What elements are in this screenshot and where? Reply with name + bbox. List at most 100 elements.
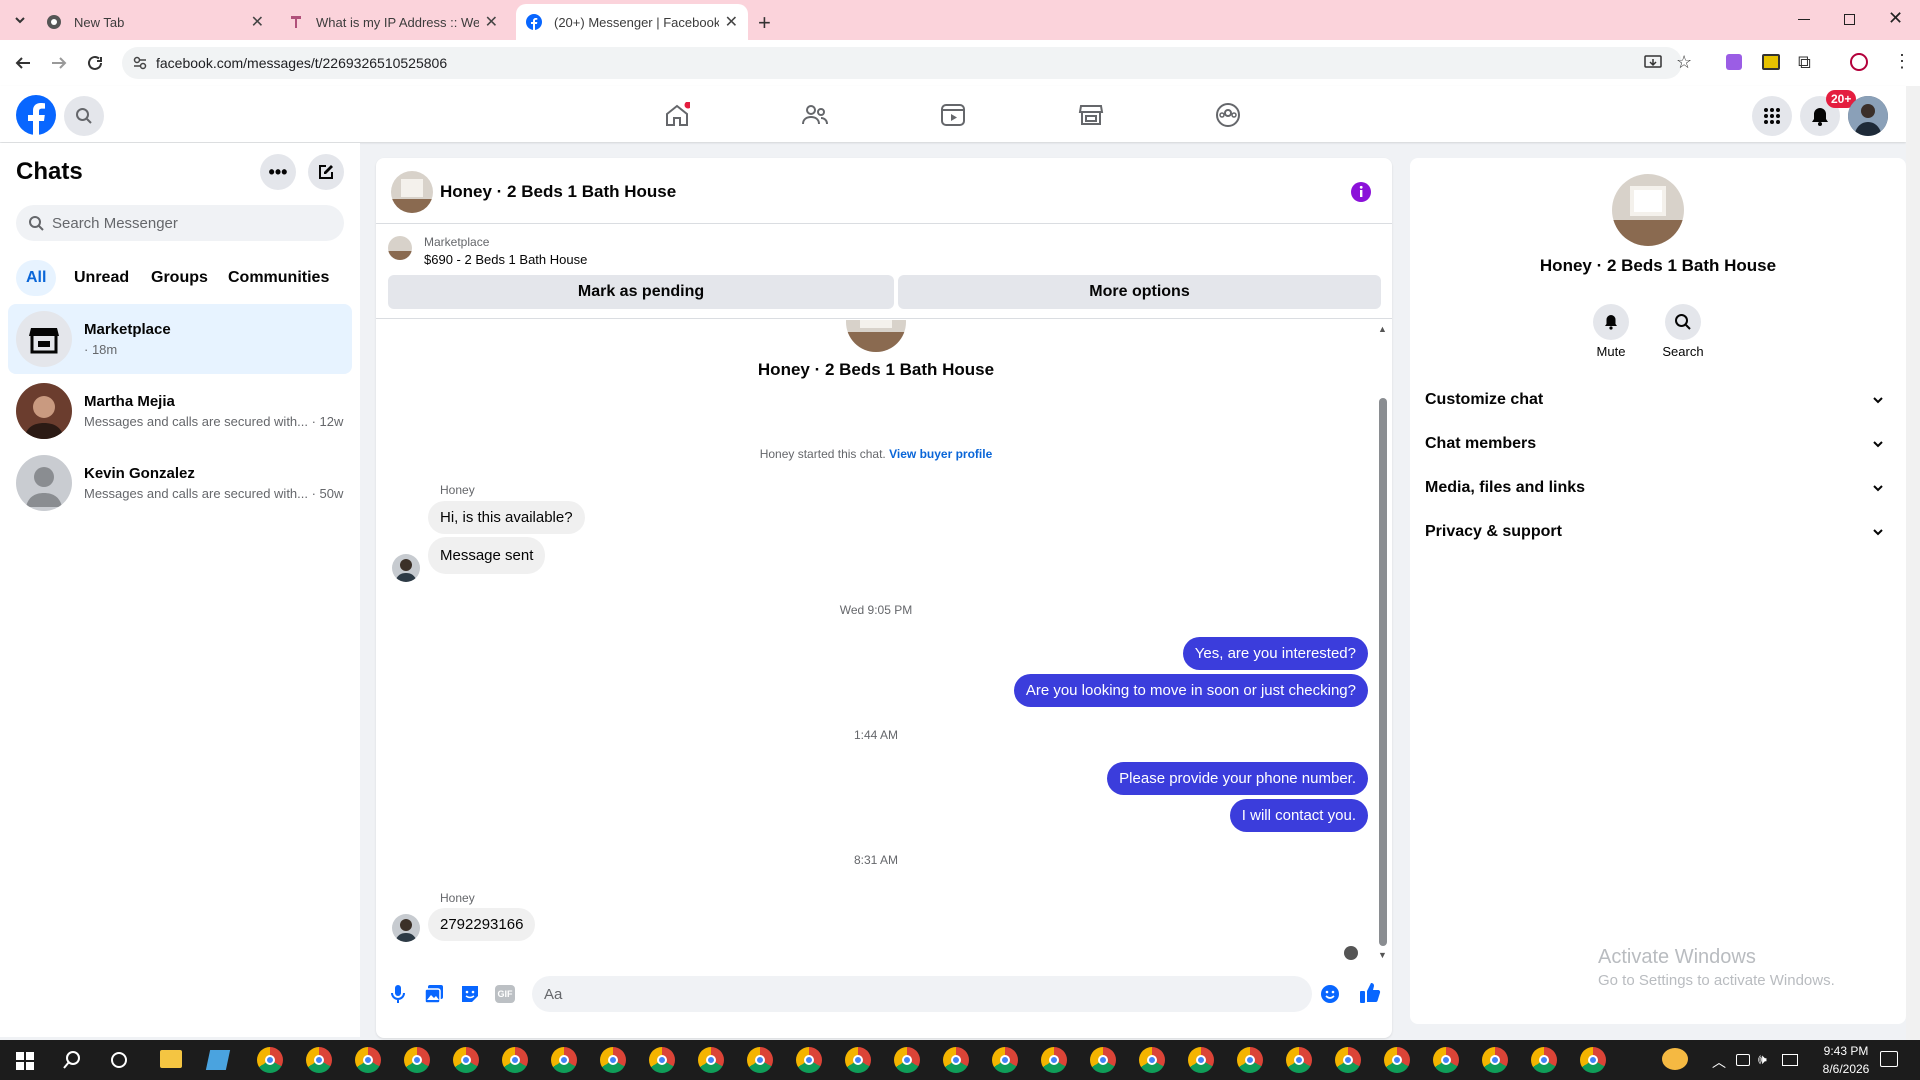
groups-icon[interactable] xyxy=(1215,102,1241,128)
message-bubble[interactable]: Yes, are you interested? xyxy=(1182,637,1368,670)
chrome-taskbar-icon[interactable] xyxy=(355,1047,381,1073)
minimize-icon[interactable] xyxy=(1798,19,1810,20)
details-avatar[interactable] xyxy=(1612,174,1684,246)
message-bubble[interactable]: Hi, is this available? xyxy=(428,501,585,534)
mute-bell-icon[interactable] xyxy=(1593,304,1629,340)
chrome-taskbar-icon[interactable] xyxy=(1041,1047,1067,1073)
facebook-logo-icon[interactable] xyxy=(16,95,56,135)
close-tab-icon[interactable]: ✕ xyxy=(725,12,738,32)
like-thumbs-up-icon[interactable] xyxy=(1359,982,1381,1004)
chrome-taskbar-icon[interactable] xyxy=(1188,1047,1214,1073)
bookmark-star-icon[interactable]: ☆ xyxy=(1676,52,1692,73)
close-tab-icon[interactable]: ✕ xyxy=(251,12,264,32)
search-messenger-input[interactable]: Search Messenger xyxy=(16,205,344,241)
clock-time[interactable]: 9:43 PM xyxy=(1806,1044,1886,1058)
taskbar-search-icon[interactable] xyxy=(62,1050,82,1070)
chrome-taskbar-icon[interactable] xyxy=(1531,1047,1557,1073)
notification-center-icon[interactable] xyxy=(1880,1051,1898,1067)
gif-icon[interactable]: GIF xyxy=(495,985,515,1003)
messages-scrollbar[interactable] xyxy=(1379,398,1387,946)
scroll-down-icon[interactable]: ▼ xyxy=(1378,950,1387,960)
chrome-taskbar-icon[interactable] xyxy=(306,1047,332,1073)
extension-yellow-icon[interactable] xyxy=(1762,54,1780,70)
friends-icon[interactable] xyxy=(802,102,828,128)
section-chat-members[interactable]: Chat members xyxy=(1425,424,1885,464)
watch-video-icon[interactable] xyxy=(940,102,966,128)
more-options-button[interactable]: More options xyxy=(898,275,1381,309)
address-bar[interactable]: facebook.com/messages/t/2269326510525806 xyxy=(122,47,1682,79)
message-bubble[interactable]: Message sent xyxy=(428,537,546,574)
chrome-taskbar-icon[interactable] xyxy=(943,1047,969,1073)
info-icon[interactable] xyxy=(1350,181,1372,203)
message-bubble[interactable]: 2792293166 xyxy=(428,908,536,941)
close-window-icon[interactable]: ✕ xyxy=(1888,8,1903,29)
chrome-taskbar-icon[interactable] xyxy=(453,1047,479,1073)
view-buyer-profile-link[interactable]: View buyer profile xyxy=(889,447,992,461)
scroll-up-icon[interactable]: ▲ xyxy=(1378,324,1387,334)
chrome-taskbar-icon[interactable] xyxy=(894,1047,920,1073)
sticker-icon[interactable] xyxy=(460,984,480,1004)
chrome-taskbar-icon[interactable] xyxy=(649,1047,675,1073)
emoji-icon[interactable] xyxy=(1320,984,1340,1004)
install-app-icon[interactable] xyxy=(1644,54,1662,72)
account-avatar[interactable] xyxy=(1848,96,1888,136)
message-bubble[interactable]: I will contact you. xyxy=(1229,799,1368,832)
chrome-taskbar-icon[interactable] xyxy=(698,1047,724,1073)
chrome-taskbar-icon[interactable] xyxy=(257,1047,283,1073)
profile-icon[interactable] xyxy=(1850,53,1868,71)
menu-grid-icon[interactable] xyxy=(1752,96,1792,136)
extensions-puzzle-icon[interactable]: ⧉ xyxy=(1798,52,1811,73)
clock-date[interactable]: 8/6/2026 xyxy=(1806,1062,1886,1076)
sender-avatar[interactable] xyxy=(392,914,420,942)
new-message-icon[interactable] xyxy=(308,154,344,190)
back-icon[interactable] xyxy=(14,54,32,72)
chrome-taskbar-icon[interactable] xyxy=(551,1047,577,1073)
forward-icon[interactable] xyxy=(50,54,68,72)
mark-as-pending-button[interactable]: Mark as pending xyxy=(388,275,894,309)
chrome-taskbar-icon[interactable] xyxy=(796,1047,822,1073)
windows-start-icon[interactable] xyxy=(16,1052,34,1070)
search-conversation-icon[interactable] xyxy=(1665,304,1701,340)
chrome-taskbar-icon[interactable] xyxy=(502,1047,528,1073)
chat-item-marketplace[interactable]: Marketplace · 18m xyxy=(8,304,352,374)
chrome-taskbar-icon[interactable] xyxy=(404,1047,430,1073)
chrome-taskbar-icon[interactable] xyxy=(1433,1047,1459,1073)
chat-item-martha-mejia[interactable]: Martha Mejia Messages and calls are secu… xyxy=(8,376,352,446)
chat-item-kevin-gonzalez[interactable]: Kevin Gonzalez Messages and calls are se… xyxy=(8,448,352,518)
volume-icon[interactable]: 🕪 xyxy=(1758,1051,1767,1068)
meet-now-icon[interactable] xyxy=(1736,1054,1750,1066)
restore-icon[interactable] xyxy=(1844,14,1855,25)
chrome-taskbar-icon[interactable] xyxy=(1335,1047,1361,1073)
reload-icon[interactable] xyxy=(86,54,104,72)
message-input[interactable]: Aa xyxy=(532,976,1312,1012)
message-bubble[interactable]: Are you looking to move in soon or just … xyxy=(1013,674,1368,707)
close-tab-icon[interactable]: ✕ xyxy=(485,12,498,32)
chrome-taskbar-icon[interactable] xyxy=(1237,1047,1263,1073)
filter-groups[interactable]: Groups xyxy=(141,260,218,296)
page-scrollbar[interactable] xyxy=(1906,86,1920,1040)
network-icon[interactable] xyxy=(1782,1054,1798,1066)
site-info-icon[interactable] xyxy=(132,55,148,71)
tab-new-tab[interactable]: New Tab ✕ xyxy=(36,4,274,40)
filter-communities[interactable]: Communities xyxy=(218,260,339,296)
new-tab-icon[interactable]: + xyxy=(758,10,771,36)
extension-purple-icon[interactable] xyxy=(1726,54,1742,70)
section-customize-chat[interactable]: Customize chat xyxy=(1425,380,1885,420)
chrome-taskbar-icon[interactable] xyxy=(992,1047,1018,1073)
task-view-icon[interactable] xyxy=(111,1052,127,1068)
chrome-taskbar-icon[interactable] xyxy=(600,1047,626,1073)
marketplace-icon[interactable] xyxy=(1078,102,1104,128)
sender-avatar[interactable] xyxy=(392,554,420,582)
notepad-app-icon[interactable] xyxy=(205,1050,231,1070)
conversation-title[interactable]: Honey · 2 Beds 1 Bath House xyxy=(440,182,676,202)
file-explorer-icon[interactable] xyxy=(160,1050,182,1068)
chrome-taskbar-icon[interactable] xyxy=(845,1047,871,1073)
tab-search-dropdown-icon[interactable] xyxy=(12,12,28,28)
message-bubble[interactable]: Please provide your phone number. xyxy=(1107,762,1368,795)
system-tray-chevron-icon[interactable]: ︿ xyxy=(1712,1052,1726,1072)
section-media-files-links[interactable]: Media, files and links xyxy=(1425,468,1885,508)
photo-icon[interactable] xyxy=(424,984,444,1004)
tab-ip-address[interactable]: What is my IP Address :: WebBr ✕ xyxy=(278,4,508,40)
chrome-taskbar-icon[interactable] xyxy=(1384,1047,1410,1073)
weather-icon[interactable] xyxy=(1662,1048,1688,1070)
